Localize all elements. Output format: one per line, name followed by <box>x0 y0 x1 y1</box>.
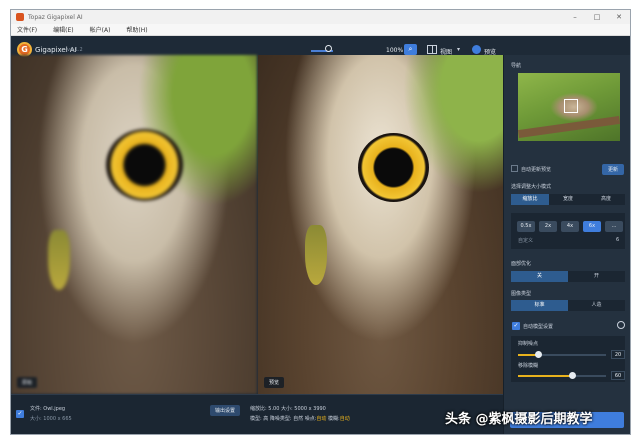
image-type-artificial[interactable]: 人造 <box>568 300 625 311</box>
chevron-down-icon[interactable]: ▾ <box>457 46 460 53</box>
scale-custom-label: 自定义 <box>518 238 534 244</box>
scale-2x[interactable]: 2x <box>539 221 557 232</box>
resize-mode-height[interactable]: 高度 <box>587 194 625 205</box>
zoom-level: 100% <box>386 47 404 54</box>
owl-eye <box>358 133 429 202</box>
watermark-text: 头条 @紫枫摄影后期教学 <box>445 412 593 427</box>
image-type-title: 图像类型 <box>511 291 532 297</box>
auto-settings-checkbox[interactable]: ✓ <box>512 322 520 330</box>
original-image[interactable]: 原始 <box>11 55 257 394</box>
blur-slider-fill <box>518 375 571 377</box>
face-on-option[interactable]: 开 <box>568 271 625 282</box>
zoom-magnifier-button[interactable]: ⌕ <box>404 44 417 55</box>
menu-bar: 文件(F) 编辑(E) 帐户(A) 帮助(H) <box>11 24 630 36</box>
reset-icon[interactable] <box>617 321 625 329</box>
output-scale-info: 缩放比: 5.00 大小: 5000 x 3990 <box>250 406 326 412</box>
split-view-icon[interactable] <box>427 45 437 54</box>
scale-custom-value[interactable]: 6 <box>616 237 619 243</box>
face-refinement-toggle: 关 开 <box>511 271 625 282</box>
auto-preview-label: 自动更新预览 <box>521 167 552 173</box>
noise-slider-handle[interactable] <box>535 351 542 358</box>
blur-slider-handle[interactable] <box>569 372 576 379</box>
image-type-selector: 标准 人造 <box>511 300 625 311</box>
app-version: v4.1.2 <box>67 47 83 53</box>
file-select-checkbox[interactable]: ✓ <box>16 410 24 418</box>
app-window: Topaz Gigapixel AI – □ ✕ 文件(F) 编辑(E) 帐户(… <box>10 9 631 435</box>
blur-auto-value: 自动 <box>339 416 350 422</box>
menu-file[interactable]: 文件(F) <box>17 25 37 34</box>
output-model-text: 模型: 高 降噪类型: 自然 噪点: <box>250 416 317 422</box>
settings-sidebar: 导航 自动更新预览 更新 选择调整大小模式 缩放比 宽度 高度 0.5x 2x … <box>503 55 630 434</box>
scale-buttons: 0.5x 2x 4x 6x ... <box>517 221 627 232</box>
preview-icon[interactable] <box>472 45 481 54</box>
title-bar: Topaz Gigapixel AI – □ ✕ <box>11 10 630 24</box>
scale-6x[interactable]: 6x <box>583 221 601 232</box>
scale-custom-button[interactable]: ... <box>605 221 623 232</box>
zoom-slider-handle[interactable] <box>325 45 332 52</box>
resize-mode-title: 选择调整大小模式 <box>511 184 552 190</box>
owl-beak <box>48 230 70 290</box>
face-refinement-title: 面部优化 <box>511 261 532 267</box>
window-title: Topaz Gigapixel AI <box>28 13 83 21</box>
noise-auto-value: 自动 <box>316 416 327 422</box>
file-name: 文件: Owl.jpeg <box>30 406 66 412</box>
navigator-title: 导航 <box>511 63 522 69</box>
noise-slider[interactable] <box>518 351 606 358</box>
navigator-thumbnail[interactable] <box>518 73 620 141</box>
scale-0-5x[interactable]: 0.5x <box>517 221 535 232</box>
scale-4x[interactable]: 4x <box>561 221 579 232</box>
noise-value[interactable]: 20 <box>611 350 625 359</box>
auto-settings-label: 自动模型设置 <box>523 324 554 330</box>
noise-label: 抑制噪点 <box>518 341 539 347</box>
resize-mode-scale[interactable]: 缩放比 <box>511 194 549 205</box>
menu-account[interactable]: 帐户(A) <box>90 25 111 34</box>
blur-label: 移除模糊 <box>518 363 539 369</box>
auto-preview-checkbox[interactable] <box>511 165 518 172</box>
blur-value[interactable]: 60 <box>611 371 625 380</box>
menu-help[interactable]: 帮助(H) <box>126 25 147 34</box>
maximize-icon[interactable]: □ <box>586 13 608 21</box>
blur-text: 模糊: <box>326 416 340 422</box>
close-icon[interactable]: ✕ <box>608 13 630 21</box>
output-settings-button[interactable]: 输出设置 <box>210 405 241 416</box>
output-model-info: 模型: 高 降噪类型: 自然 噪点:自动 模糊:自动 <box>250 415 350 422</box>
preview-image[interactable]: 预览 <box>258 55 503 394</box>
file-info-bar: ✓ 文件: Owl.jpeg 大小: 1000 x 665 输出设置 缩放比: … <box>11 394 503 434</box>
update-preview-button[interactable]: 更新 <box>602 164 625 175</box>
resize-mode-width[interactable]: 宽度 <box>549 194 587 205</box>
minimize-icon[interactable]: – <box>564 13 586 21</box>
preview-label: 预览 <box>264 377 285 388</box>
file-size: 大小: 1000 x 665 <box>30 416 72 422</box>
branch <box>518 115 620 139</box>
noise-slider-fill <box>518 354 536 356</box>
navigator-viewport-box[interactable] <box>564 99 578 113</box>
owl-eye <box>106 129 183 201</box>
menu-edit[interactable]: 编辑(E) <box>53 25 73 34</box>
face-off-option[interactable]: 关 <box>511 271 568 282</box>
image-type-standard[interactable]: 标准 <box>511 300 568 311</box>
blur-slider[interactable] <box>518 372 606 379</box>
owl-beak <box>305 225 327 285</box>
app-icon <box>16 13 24 21</box>
resize-mode-selector: 缩放比 宽度 高度 <box>511 194 625 205</box>
original-label: 原始 <box>17 377 38 388</box>
